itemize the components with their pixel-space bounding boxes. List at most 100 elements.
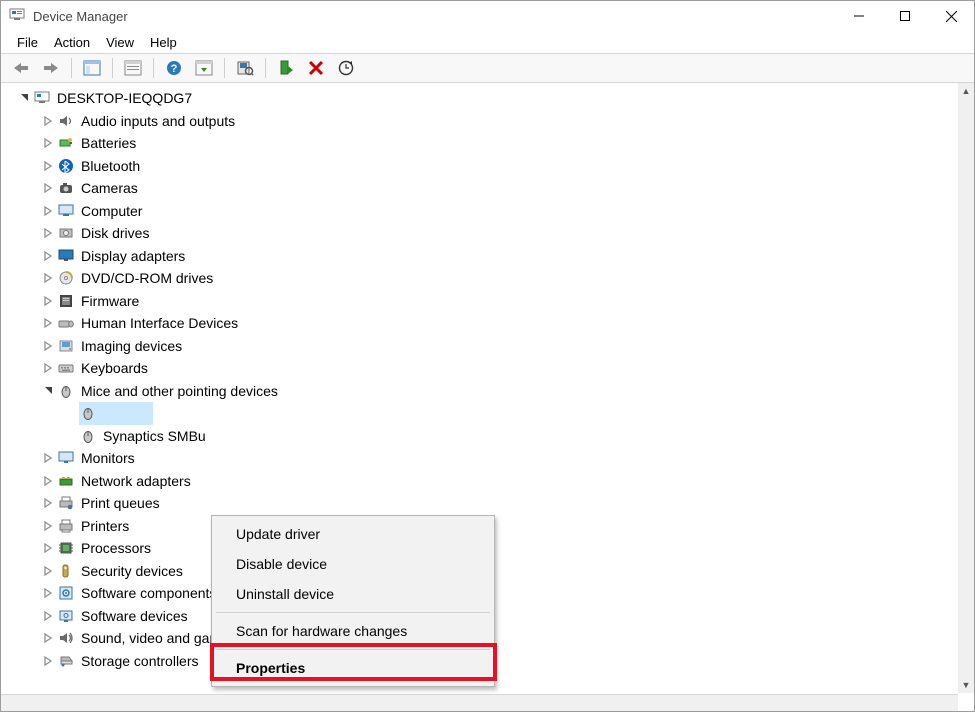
content-area: DESKTOP-IEQQDG7 Audio inputs and outputs B… — [1, 83, 974, 711]
chevron-right-icon[interactable] — [41, 159, 55, 173]
show-hide-tree-button[interactable] — [78, 56, 106, 80]
chevron-right-icon[interactable] — [41, 609, 55, 623]
scan-hardware-button[interactable] — [231, 56, 259, 80]
chevron-right-icon[interactable] — [41, 474, 55, 488]
uninstall-device-button[interactable] — [302, 56, 330, 80]
context-menu: Update driverDisable deviceUninstall dev… — [211, 515, 495, 687]
tree-item[interactable]: Display adapters — [1, 245, 958, 268]
tree-item-label: Bluetooth — [81, 158, 140, 174]
help-button[interactable]: ? — [160, 56, 188, 80]
tree-item-label: Human Interface Devices — [81, 315, 238, 331]
chevron-right-icon[interactable] — [41, 586, 55, 600]
sound-icon — [57, 629, 75, 647]
tree-child-label: Synaptics SMBu — [103, 428, 206, 444]
tree-item-label: DVD/CD-ROM drives — [81, 270, 213, 286]
processor-icon — [57, 539, 75, 557]
chevron-right-icon[interactable] — [41, 631, 55, 645]
mouse-icon — [79, 427, 97, 445]
menu-view[interactable]: View — [100, 33, 140, 52]
chevron-right-icon[interactable] — [41, 316, 55, 330]
tree-item[interactable]: Human Interface Devices — [1, 312, 958, 335]
tree-item[interactable]: Imaging devices — [1, 335, 958, 358]
chevron-right-icon[interactable] — [41, 361, 55, 375]
tree-item[interactable]: Bluetooth — [1, 155, 958, 178]
maximize-button[interactable] — [882, 1, 928, 31]
context-menu-item[interactable]: Update driver — [214, 519, 492, 549]
toolbar-separator — [224, 58, 225, 78]
close-button[interactable] — [928, 1, 974, 31]
chevron-right-icon[interactable] — [41, 496, 55, 510]
tree-item[interactable]: Print queues — [1, 492, 958, 515]
monitor-icon — [57, 449, 75, 467]
printqueue-icon — [57, 494, 75, 512]
context-menu-item[interactable]: Uninstall device — [214, 579, 492, 609]
menu-action[interactable]: Action — [48, 33, 96, 52]
dvd-icon — [57, 269, 75, 287]
context-menu-item[interactable]: Properties — [214, 653, 492, 683]
tree-item[interactable]: Mice and other pointing devices — [1, 380, 958, 403]
context-menu-item[interactable]: Scan for hardware changes — [214, 616, 492, 646]
chevron-right-icon[interactable] — [41, 181, 55, 195]
toolbar-separator — [265, 58, 266, 78]
chevron-right-icon[interactable] — [41, 339, 55, 353]
chevron-down-icon[interactable] — [17, 91, 31, 105]
chevron-right-icon[interactable] — [41, 271, 55, 285]
tree-item-label: Security devices — [81, 563, 183, 579]
chevron-right-icon[interactable] — [41, 654, 55, 668]
chevron-right-icon[interactable] — [41, 114, 55, 128]
menubar: File Action View Help — [1, 31, 974, 53]
scroll-down-icon[interactable]: ▼ — [958, 677, 974, 693]
tree-item[interactable]: Network adapters — [1, 470, 958, 493]
bluetooth-icon — [57, 157, 75, 175]
tree-item[interactable]: Computer — [1, 200, 958, 223]
tree-root-label: DESKTOP-IEQQDG7 — [57, 90, 192, 106]
tree-item[interactable]: Keyboards — [1, 357, 958, 380]
window-title: Device Manager — [33, 9, 128, 24]
forward-button[interactable] — [37, 56, 65, 80]
tree-item-label: Batteries — [81, 135, 136, 151]
chevron-right-icon[interactable] — [41, 136, 55, 150]
tree-item[interactable]: DVD/CD-ROM drives — [1, 267, 958, 290]
app-icon — [9, 7, 25, 26]
back-button[interactable] — [7, 56, 35, 80]
tree-item[interactable]: Firmware — [1, 290, 958, 313]
scroll-up-icon[interactable]: ▲ — [958, 83, 974, 99]
enable-device-button[interactable] — [272, 56, 300, 80]
chevron-right-icon[interactable] — [41, 564, 55, 578]
chevron-right-icon[interactable] — [41, 519, 55, 533]
svg-text:?: ? — [171, 63, 178, 75]
camera-icon — [57, 179, 75, 197]
update-driver-button[interactable] — [332, 56, 360, 80]
tree-item[interactable]: Cameras — [1, 177, 958, 200]
context-menu-item[interactable]: Disable device — [214, 549, 492, 579]
chevron-right-icon[interactable] — [41, 541, 55, 555]
tree-item-label: Processors — [81, 540, 151, 556]
chevron-down-icon[interactable] — [41, 384, 55, 398]
action-button[interactable] — [190, 56, 218, 80]
chevron-right-icon[interactable] — [41, 294, 55, 308]
minimize-button[interactable] — [836, 1, 882, 31]
tree-child-item[interactable]: Synaptics SMBu — [1, 425, 958, 448]
tree-item[interactable]: Audio inputs and outputs — [1, 110, 958, 133]
computer-icon — [33, 89, 51, 107]
horizontal-scrollbar[interactable] — [1, 694, 958, 711]
chevron-right-icon[interactable] — [41, 451, 55, 465]
chevron-right-icon[interactable] — [41, 204, 55, 218]
menu-help[interactable]: Help — [144, 33, 183, 52]
tree-root[interactable]: DESKTOP-IEQQDG7 — [1, 87, 958, 110]
tree-item-label: Software devices — [81, 608, 188, 624]
chevron-right-icon[interactable] — [41, 249, 55, 263]
battery-icon — [57, 134, 75, 152]
vertical-scrollbar[interactable]: ▲ ▼ — [958, 83, 974, 693]
properties-button[interactable] — [119, 56, 147, 80]
storage-icon — [57, 652, 75, 670]
tree-item[interactable]: Disk drives — [1, 222, 958, 245]
toolbar-separator — [112, 58, 113, 78]
menu-file[interactable]: File — [11, 33, 44, 52]
tree-child-item[interactable] — [1, 402, 958, 425]
context-menu-separator — [216, 649, 490, 650]
tree-item[interactable]: Monitors — [1, 447, 958, 470]
chevron-right-icon[interactable] — [41, 226, 55, 240]
tree-item[interactable]: Batteries — [1, 132, 958, 155]
tree-item-label: Computer — [81, 203, 142, 219]
